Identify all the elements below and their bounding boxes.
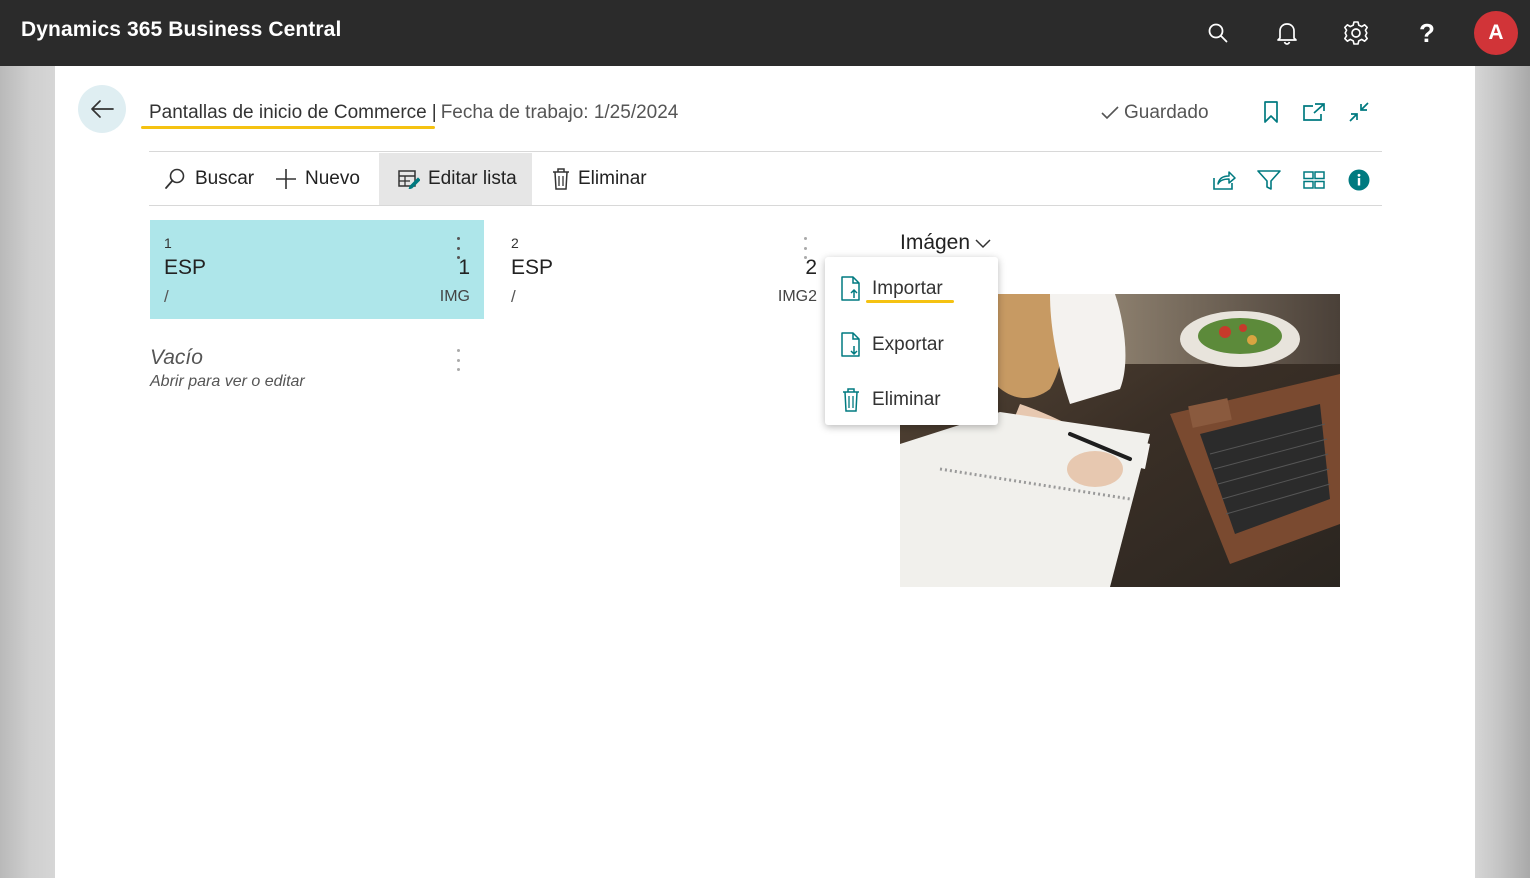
menu-item-delete[interactable]: Eliminar: [825, 376, 998, 424]
collapse-icon[interactable]: [1346, 99, 1372, 125]
edit-list-icon: [398, 170, 420, 189]
tile-number: 1: [164, 235, 172, 251]
empty-tile-subtitle: Abrir para ver o editar: [150, 373, 305, 390]
tile-value: 1: [458, 256, 470, 279]
delete-button[interactable]: Eliminar: [552, 153, 662, 205]
tile-more-options-icon[interactable]: [800, 237, 810, 259]
menu-item-label: Eliminar: [872, 389, 941, 410]
tile-image-name: IMG2: [777, 288, 817, 305]
empty-tile-title[interactable]: Vacío: [150, 346, 203, 370]
gear-icon[interactable]: [1340, 17, 1372, 49]
trash-icon: [837, 388, 865, 412]
import-file-icon: [837, 276, 865, 302]
info-icon[interactable]: [1345, 166, 1373, 194]
tile-code: ESP: [511, 256, 554, 279]
tile-1[interactable]: 1 ESP / 1 IMG: [150, 220, 484, 319]
image-field-label-text: Imágen: [900, 231, 971, 254]
action-bar-top-divider: [149, 151, 1382, 152]
checkmark-icon: [1101, 106, 1119, 120]
search-button[interactable]: Buscar: [163, 153, 268, 205]
saved-status: Guardado: [1100, 102, 1209, 124]
app-title[interactable]: Dynamics 365 Business Central: [21, 18, 341, 42]
image-context-menu: Importar Exportar Eliminar: [825, 257, 998, 425]
tile-slash: /: [511, 287, 516, 306]
tile-number: 2: [511, 235, 519, 251]
bookmark-icon[interactable]: [1258, 99, 1284, 125]
page-header: Pantallas de inicio de Commerce | Fecha de…: [149, 102, 678, 124]
saved-label: Guardado: [1124, 102, 1209, 123]
filter-icon[interactable]: [1255, 166, 1283, 194]
chevron-down-icon: [975, 239, 991, 249]
trash-icon: [553, 168, 569, 190]
menu-item-export[interactable]: Exportar: [825, 321, 998, 369]
menu-item-label: Importar: [872, 278, 943, 299]
edit-list-label: Editar lista: [428, 168, 517, 189]
new-button[interactable]: Nuevo: [275, 153, 380, 205]
tile-2[interactable]: 2 ESP / 2 IMG2: [497, 220, 831, 319]
open-new-window-icon[interactable]: [1301, 99, 1327, 125]
search-label: Buscar: [195, 168, 255, 189]
delete-label: Eliminar: [578, 168, 647, 189]
search-icon: [165, 168, 185, 189]
back-button[interactable]: [78, 85, 126, 133]
import-highlight: [866, 300, 954, 303]
tile-value: 2: [805, 256, 817, 279]
work-date[interactable]: Fecha de trabajo: 1/25/2024: [441, 102, 679, 123]
bell-icon[interactable]: [1271, 17, 1303, 49]
edit-list-button[interactable]: Editar lista: [379, 153, 532, 205]
help-icon[interactable]: ?: [1411, 17, 1443, 49]
image-field-label[interactable]: Imágen: [900, 231, 992, 255]
tile-slash: /: [164, 287, 169, 306]
search-icon[interactable]: [1202, 17, 1234, 49]
plus-icon: [276, 169, 296, 189]
avatar[interactable]: A: [1474, 11, 1518, 55]
tile-image-name: IMG: [439, 288, 470, 305]
export-file-icon: [837, 332, 865, 358]
empty-tile-more-options-icon[interactable]: [453, 349, 463, 371]
tile-code: ESP: [164, 256, 207, 279]
header-separator: |: [431, 102, 437, 123]
tiles-view-icon[interactable]: [1300, 166, 1328, 194]
top-bar: Dynamics 365 Business Central ? A: [0, 0, 1530, 66]
new-label: Nuevo: [305, 168, 360, 189]
tile-more-options-icon[interactable]: [453, 237, 463, 259]
action-bar-bottom-divider: [149, 205, 1382, 206]
arrow-left-icon: [91, 100, 114, 118]
menu-item-import[interactable]: Importar: [825, 265, 998, 313]
share-icon[interactable]: [1210, 166, 1238, 194]
menu-item-label: Exportar: [872, 334, 944, 355]
page-panel: Pantallas de inicio de Commerce | Fecha de…: [55, 66, 1475, 878]
title-highlight: [141, 126, 435, 129]
page-title[interactable]: Pantallas de inicio de Commerce: [149, 102, 427, 123]
